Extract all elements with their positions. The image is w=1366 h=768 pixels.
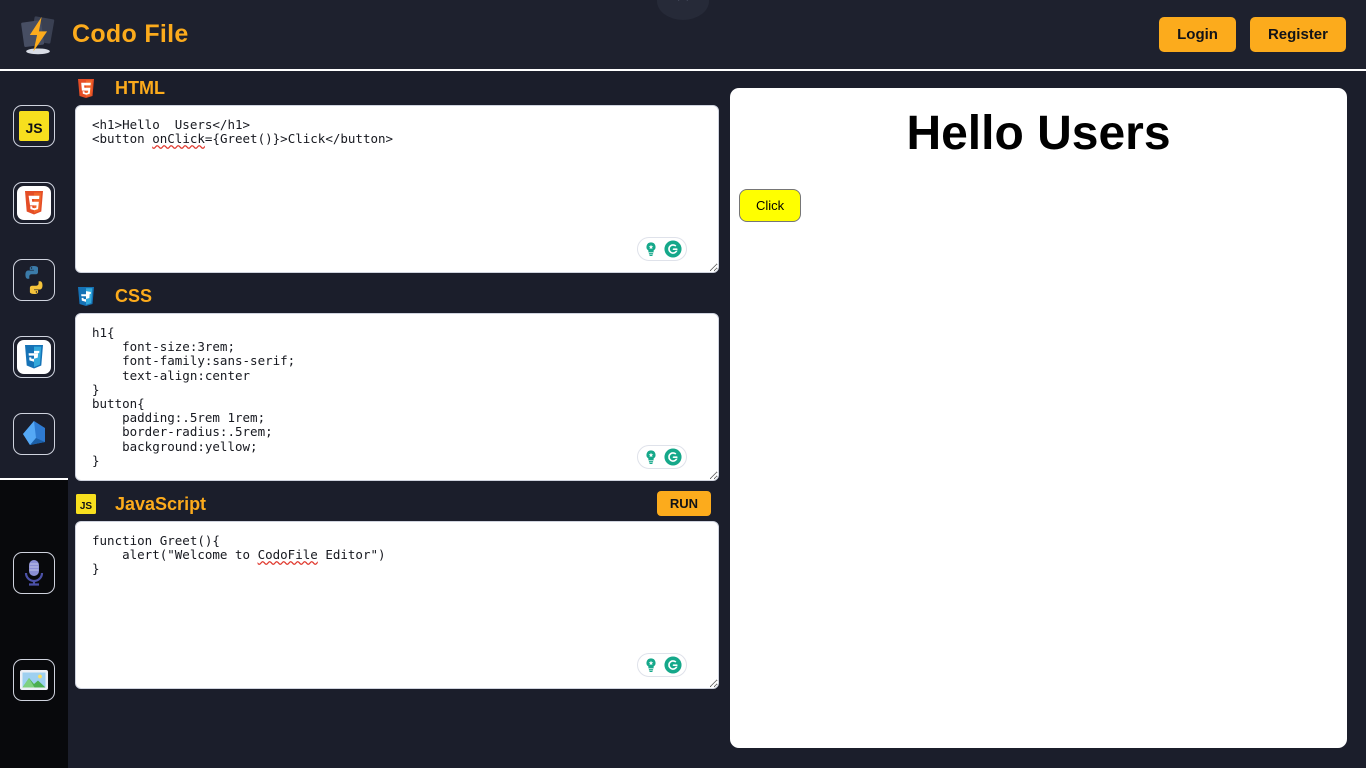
microphone-icon [24, 560, 44, 586]
html5-icon [78, 79, 94, 98]
python-icon [25, 266, 43, 294]
editor-wrap-javascript: function Greet(){ alert("Welcome to Codo… [75, 521, 719, 689]
header-actions: Login Register [1159, 17, 1346, 52]
html5-icon [17, 186, 51, 220]
sidebar-lower-section [0, 478, 68, 768]
css-code-editor[interactable]: h1{ font-size:3rem; font-family:sans-ser… [75, 313, 719, 481]
section-title-javascript: JavaScript [115, 493, 207, 514]
sidebar-item-image[interactable] [13, 659, 55, 701]
sidebar-item-css3[interactable] [13, 336, 55, 378]
close-icon: ✕ [675, 0, 691, 20]
section-header-css: CSS [68, 279, 725, 313]
lightbulb-icon [642, 240, 660, 258]
css3-icon [17, 340, 51, 374]
section-title-html: HTML [115, 77, 165, 98]
app-title: Codo File [72, 20, 189, 48]
preview-click-button[interactable]: Click [739, 189, 802, 222]
grammarly-icon [664, 656, 682, 674]
run-button[interactable]: RUN [656, 491, 711, 516]
editor-wrap-html: <h1>Hello Users</h1> <button onClick={Gr… [75, 105, 719, 273]
dart-icon [23, 421, 45, 445]
javascript-icon: JS [19, 111, 49, 141]
sidebar-item-javascript[interactable]: JS [13, 105, 55, 147]
html-code-editor[interactable]: <h1>Hello Users</h1> <button onClick={Gr… [75, 105, 719, 273]
javascript-code-editor[interactable]: function Greet(){ alert("Welcome to Codo… [75, 521, 719, 689]
writing-assistant-pill-javascript[interactable] [637, 653, 687, 677]
writing-assistant-pill-css[interactable] [637, 445, 687, 469]
lightbulb-icon [642, 448, 660, 466]
grammarly-icon [664, 448, 682, 466]
writing-assistant-pill-html[interactable] [637, 237, 687, 261]
section-header-html: HTML [68, 71, 725, 105]
javascript-icon: JS [76, 494, 96, 514]
sidebar: JS [0, 71, 68, 768]
svg-text:JS: JS [80, 501, 93, 512]
preview-panel: Hello Users Click [730, 88, 1347, 748]
sidebar-item-dart[interactable] [13, 413, 55, 455]
sidebar-item-microphone[interactable] [13, 552, 55, 594]
preview-heading: Hello Users [906, 107, 1171, 160]
lightbulb-icon [642, 656, 660, 674]
sidebar-item-python[interactable] [13, 259, 55, 301]
brand: Codo File [18, 14, 189, 56]
css3-icon [78, 287, 94, 306]
section-title-css: CSS [115, 285, 153, 306]
register-button[interactable]: Register [1249, 17, 1346, 52]
sidebar-item-html5[interactable] [13, 182, 55, 224]
grammarly-icon [664, 240, 682, 258]
editor-wrap-css: h1{ font-size:3rem; font-family:sans-ser… [75, 313, 719, 481]
section-header-javascript: JS JavaScript RUN [68, 487, 725, 521]
svg-text:JS: JS [25, 120, 42, 136]
login-button[interactable]: Login [1159, 17, 1236, 52]
image-icon [20, 670, 48, 690]
lightning-file-icon [18, 14, 58, 56]
editor-column: HTML <h1>Hello Users</h1> <button onClic… [68, 71, 725, 768]
